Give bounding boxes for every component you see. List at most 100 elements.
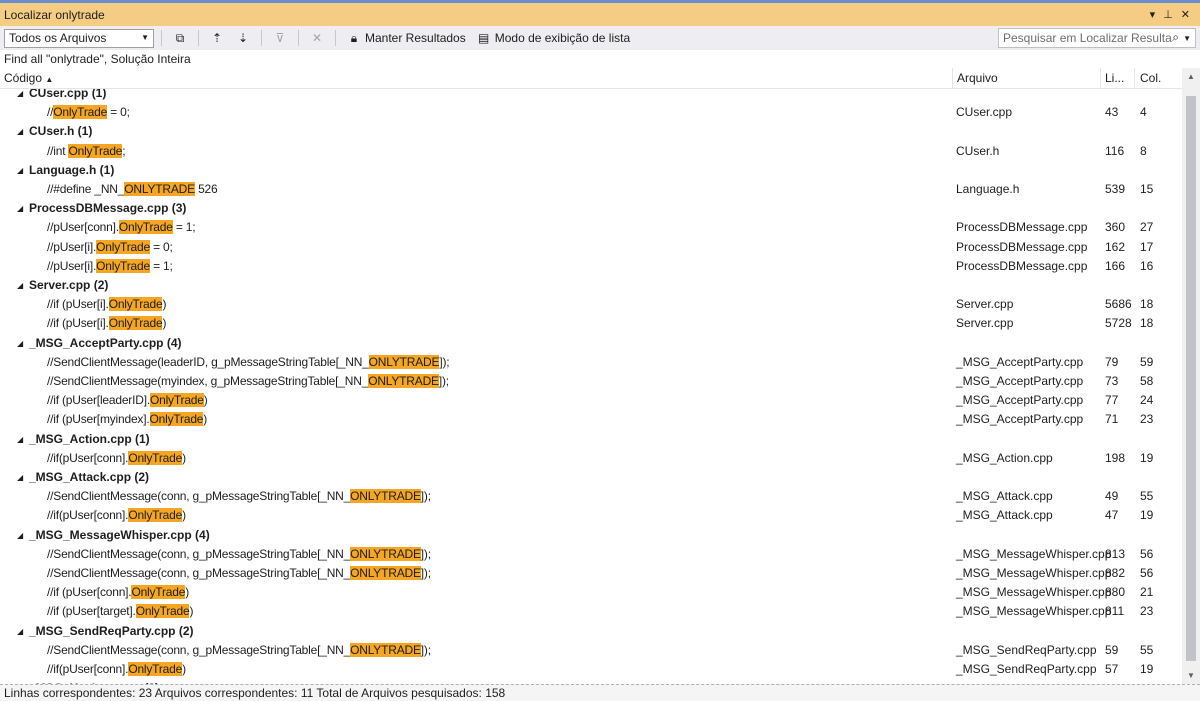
- column-divider[interactable]: [952, 68, 953, 88]
- result-row[interactable]: //SendClientMessage(myindex, g_pMessageS…: [0, 372, 1182, 391]
- list-view-button[interactable]: ▤ Modo de exibição de lista: [473, 28, 633, 48]
- file-group-row[interactable]: ◢ _MSG_Action.cpp (1): [0, 430, 1182, 449]
- column-header-col[interactable]: Col.: [1140, 71, 1161, 85]
- result-line: 47: [1105, 508, 1119, 523]
- scroll-up-icon[interactable]: ▲: [1187, 72, 1195, 81]
- result-row[interactable]: //OnlyTrade = 0; CUser.cpp 43 4: [0, 103, 1182, 122]
- clear-button[interactable]: ✕: [306, 28, 328, 48]
- result-row[interactable]: //SendClientMessage(leaderID, g_pMessage…: [0, 353, 1182, 372]
- result-row[interactable]: //pUser[conn].OnlyTrade = 1; ProcessDBMes…: [0, 218, 1182, 237]
- match-highlight: OnlyTrade: [108, 316, 163, 331]
- code-suffix: ]);: [438, 374, 449, 388]
- collapse-triangle-icon[interactable]: ◢: [17, 468, 23, 487]
- search-results-input[interactable]: Pesquisar em Localizar Resulta ⌕ ▼: [998, 28, 1196, 48]
- result-row[interactable]: //if(pUser[conn].OnlyTrade) _MSG_SendReqP…: [0, 660, 1182, 679]
- close-icon[interactable]: ✕: [1181, 8, 1190, 21]
- column-divider[interactable]: [1134, 68, 1135, 88]
- file-group-row[interactable]: ◢ Server.cpp (2): [0, 276, 1182, 295]
- result-row[interactable]: //int OnlyTrade; CUser.h 116 8: [0, 142, 1182, 161]
- result-line: 79: [1105, 354, 1119, 369]
- code-prefix: //if(pUser[conn].: [47, 450, 129, 465]
- result-file: CUser.h: [956, 143, 1000, 158]
- result-row[interactable]: //SendClientMessage(conn, g_pMessageStri…: [0, 487, 1182, 506]
- column-header-line[interactable]: Li...: [1105, 71, 1124, 85]
- result-row[interactable]: //SendClientMessage(conn, g_pMessageStri…: [0, 545, 1182, 564]
- result-row[interactable]: //if(pUser[conn].OnlyTrade) _MSG_Attack.c…: [0, 506, 1182, 525]
- file-group-row[interactable]: ◢ _MSG_Attack.cpp (2): [0, 468, 1182, 487]
- toolbar-separator: [198, 30, 199, 46]
- result-file: ProcessDBMessage.cpp: [956, 220, 1088, 235]
- previous-result-button[interactable]: ⇡: [206, 28, 228, 48]
- result-row[interactable]: //if(pUser[conn].OnlyTrade) _MSG_Action.c…: [0, 449, 1182, 468]
- result-col: 15: [1140, 182, 1154, 196]
- result-row[interactable]: //if (pUser[myindex].OnlyTrade) _MSG_Acce…: [0, 410, 1182, 429]
- code-prefix: //if (pUser[leaderID].: [47, 393, 150, 408]
- collapse-triangle-icon[interactable]: ◢: [17, 161, 23, 180]
- collapse-triangle-icon[interactable]: ◢: [17, 430, 23, 449]
- pin-icon[interactable]: ⊥: [1163, 8, 1173, 21]
- match-highlight: ONLYTRADE: [350, 546, 421, 561]
- result-file: CUser.cpp: [956, 105, 1013, 120]
- column-divider[interactable]: [1100, 68, 1101, 88]
- collapse-triangle-icon[interactable]: ◢: [17, 622, 23, 641]
- keep-results-button[interactable]: 🔒︎ Manter Resultados: [343, 28, 469, 48]
- collapse-triangle-icon[interactable]: ◢: [17, 276, 23, 295]
- result-row[interactable]: //pUser[i].OnlyTrade = 1; ProcessDBMessag…: [0, 257, 1182, 276]
- column-header-file[interactable]: Arquivo: [957, 71, 998, 85]
- code-prefix: //if (pUser[i].: [47, 297, 109, 312]
- match-highlight: ONLYTRADE: [368, 374, 439, 388]
- copy-button[interactable]: ⧉: [169, 28, 191, 48]
- file-group-row[interactable]: ◢ _MSG_MessageWhisper.cpp (4): [0, 526, 1182, 545]
- collapse-triangle-icon[interactable]: ◢: [17, 199, 23, 218]
- result-row[interactable]: //if (pUser[i].OnlyTrade) Server.cpp 5686 1…: [0, 295, 1182, 314]
- next-result-button[interactable]: ⇣: [232, 28, 254, 48]
- file-group-row[interactable]: ◢ CUser.cpp (1): [0, 89, 1182, 103]
- code-suffix: ): [162, 297, 167, 312]
- file-group-row[interactable]: ◢ Language.h (1): [0, 161, 1182, 180]
- result-code: //OnlyTrade = 0;: [47, 103, 130, 122]
- code-suffix: ): [189, 604, 194, 619]
- vertical-scrollbar[interactable]: ▲ ▼: [1182, 68, 1200, 684]
- code-suffix: ): [203, 393, 208, 408]
- match-highlight: ONLYTRADE: [368, 354, 440, 369]
- code-prefix: //SendClientMessage(conn, g_pMessageStri…: [47, 489, 351, 504]
- collapse-triangle-icon[interactable]: ◢: [17, 526, 23, 545]
- file-group-label: _MSG_MessageWhisper.cpp (4): [29, 527, 210, 542]
- result-col: 23: [1140, 604, 1154, 619]
- scroll-down-icon[interactable]: ▼: [1187, 671, 1195, 680]
- result-row[interactable]: //if (pUser[target].OnlyTrade) _MSG_Messa…: [0, 602, 1182, 621]
- result-code: //SendClientMessage(conn, g_pMessageStri…: [47, 564, 431, 583]
- collapse-triangle-icon[interactable]: ◢: [17, 334, 23, 353]
- result-row[interactable]: //SendClientMessage(conn, g_pMessageStri…: [0, 564, 1182, 583]
- result-row[interactable]: //pUser[i].OnlyTrade = 0; ProcessDBMessag…: [0, 238, 1182, 257]
- file-group-label: Server.cpp (2): [29, 278, 109, 292]
- toolbar-separator: [161, 30, 162, 46]
- result-row[interactable]: //if (pUser[leaderID].OnlyTrade) _MSG_Acc…: [0, 391, 1182, 410]
- window-menu-dropdown-icon[interactable]: ▾: [1150, 8, 1156, 21]
- file-group-row[interactable]: ◢ ProcessDBMessage.cpp (3): [0, 199, 1182, 218]
- result-file: _MSG_Action.cpp: [956, 450, 1053, 465]
- result-row[interactable]: //if (pUser[conn].OnlyTrade) _MSG_Message…: [0, 583, 1182, 602]
- scope-dropdown[interactable]: Todos os Arquivos ▼: [4, 28, 154, 48]
- search-options-chevron-icon[interactable]: ▼: [1183, 34, 1191, 43]
- file-group-row[interactable]: ◢ _MSG_SendReqParty.cpp (2): [0, 622, 1182, 641]
- result-line: 198: [1105, 450, 1126, 465]
- column-header-code[interactable]: Código ▲: [4, 71, 53, 85]
- result-row[interactable]: //SendClientMessage(conn, g_pMessageStri…: [0, 641, 1182, 660]
- file-group-row[interactable]: ◢ CUser.h (1): [0, 122, 1182, 141]
- filter-button[interactable]: ⊽: [269, 28, 291, 48]
- result-code: //pUser[conn].OnlyTrade = 1;: [47, 218, 196, 237]
- file-group-row[interactable]: ◢ _MSG_AcceptParty.cpp (4): [0, 334, 1182, 353]
- file-group-label: _MSG_Action.cpp (1): [29, 431, 150, 446]
- toolbar-separator: [298, 30, 299, 46]
- result-col: 27: [1140, 220, 1154, 235]
- result-col: 18: [1140, 297, 1154, 312]
- scrollbar-thumb[interactable]: [1186, 96, 1196, 661]
- result-file: _MSG_SendReqParty.cpp: [956, 642, 1097, 657]
- collapse-triangle-icon[interactable]: ◢: [17, 89, 23, 103]
- collapse-triangle-icon[interactable]: ◢: [17, 122, 23, 141]
- result-code: //SendClientMessage(leaderID, g_pMessage…: [47, 353, 450, 372]
- result-row[interactable]: //if (pUser[i].OnlyTrade) Server.cpp 5728 1…: [0, 314, 1182, 333]
- result-row[interactable]: //#define _NN_ONLYTRADE 526 Language.h 539…: [0, 180, 1182, 199]
- search-icon[interactable]: ⌕: [1172, 30, 1179, 45]
